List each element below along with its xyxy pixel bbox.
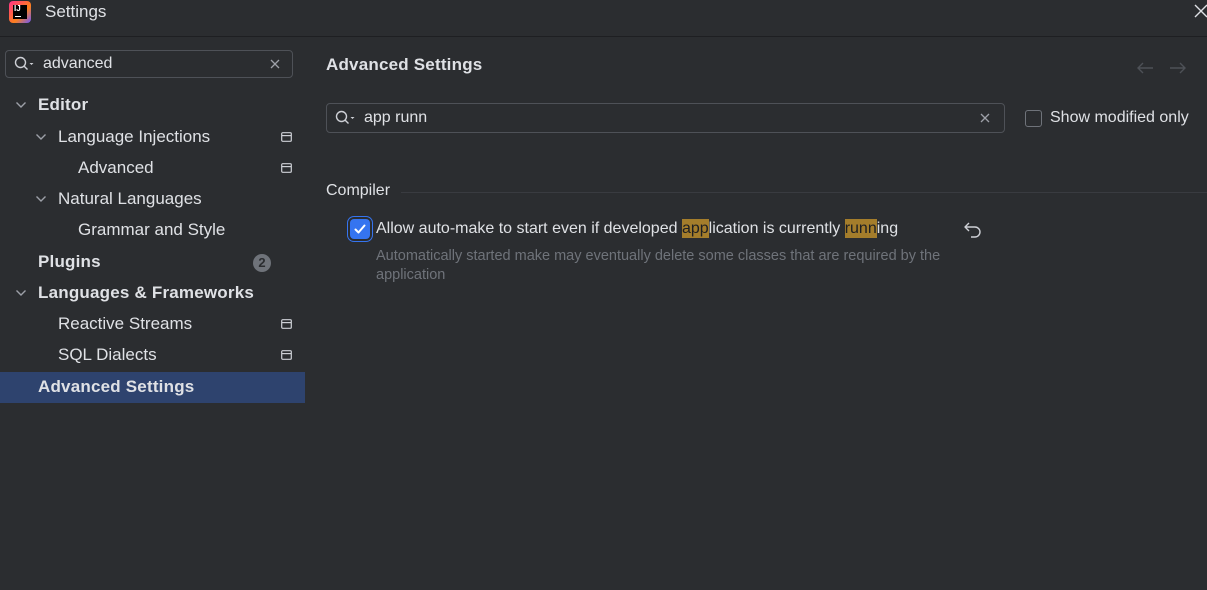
page-title: Advanced Settings [326, 55, 483, 74]
tree-item-label: Natural Languages [58, 189, 202, 208]
clear-icon[interactable] [980, 113, 990, 123]
section-title: Compiler [326, 182, 391, 199]
tree-item-sql-dialects[interactable]: SQL Dialects [0, 340, 305, 371]
advanced-settings-filter-input[interactable]: app runn [326, 103, 1005, 133]
allow-auto-make-label[interactable]: Allow auto-make to start even if develop… [376, 219, 899, 238]
project-scope-icon [281, 319, 292, 329]
title-bar: IJ Settings [0, 0, 1207, 37]
filter-value: app runn [364, 109, 428, 126]
tree-item-label: Reactive Streams [58, 314, 193, 333]
arrow-forward-icon[interactable] [1168, 61, 1188, 75]
label-text: lication is currently [708, 220, 845, 237]
chevron-down-icon[interactable] [15, 100, 27, 110]
close-icon[interactable] [1192, 2, 1207, 20]
reset-icon[interactable] [963, 220, 983, 238]
tree-item-grammar-and-style[interactable]: Grammar and Style [0, 215, 305, 246]
search-highlight: app [681, 219, 709, 238]
arrow-back-icon[interactable] [1135, 61, 1155, 75]
settings-sidebar: advanced Editor Language Injections Adva… [0, 37, 305, 590]
chevron-down-icon[interactable] [15, 288, 27, 298]
tree-item-natural-languages[interactable]: Natural Languages [0, 184, 305, 215]
tree-item-plugins[interactable]: Plugins 2 [0, 247, 305, 278]
show-modified-only-label[interactable]: Show modified only [1050, 109, 1189, 127]
tree-item-advanced-settings[interactable]: Advanced Settings [0, 372, 305, 403]
show-modified-only-checkbox[interactable] [1025, 110, 1042, 127]
intellij-idea-logo-icon: IJ [9, 1, 31, 23]
settings-content: Advanced Settings app runn Show modified… [305, 37, 1207, 590]
tree-item-label: Plugins [38, 252, 101, 271]
tree-item-advanced[interactable]: Advanced [0, 153, 305, 184]
tree-item-label: Grammar and Style [78, 220, 226, 239]
label-text: Allow auto-make to start even if develop… [376, 220, 682, 237]
section-divider [401, 192, 1207, 193]
tree-item-editor[interactable]: Editor [0, 90, 305, 121]
search-icon[interactable] [335, 110, 357, 126]
tree-item-label: Language Injections [58, 127, 211, 146]
option-description: Automatically started make may eventuall… [376, 248, 941, 283]
tree-item-languages-frameworks[interactable]: Languages & Frameworks [0, 278, 305, 309]
tree-item-label: Editor [38, 95, 89, 114]
project-scope-icon [281, 132, 292, 142]
clear-icon[interactable] [270, 59, 280, 69]
tree-item-label: SQL Dialects [58, 345, 157, 364]
tree-item-reactive-streams[interactable]: Reactive Streams [0, 309, 305, 340]
project-scope-icon [281, 163, 292, 173]
tree-item-label: Advanced [78, 158, 154, 177]
settings-search-input[interactable]: advanced [5, 50, 293, 78]
project-scope-icon [281, 350, 292, 360]
chevron-down-icon[interactable] [35, 132, 47, 142]
label-text: ing [876, 220, 899, 237]
checkmark-icon [354, 224, 366, 234]
search-highlight: runn [844, 219, 877, 238]
search-icon[interactable] [14, 56, 36, 72]
tree-item-label: Languages & Frameworks [38, 283, 255, 302]
window-title: Settings [45, 2, 107, 21]
tree-item-label: Advanced Settings [38, 377, 195, 396]
chevron-down-icon[interactable] [35, 194, 47, 204]
tree-item-language-injections[interactable]: Language Injections [0, 122, 305, 153]
plugins-count-badge: 2 [253, 254, 271, 272]
settings-search-value: advanced [43, 55, 113, 72]
allow-auto-make-checkbox[interactable] [350, 219, 370, 239]
